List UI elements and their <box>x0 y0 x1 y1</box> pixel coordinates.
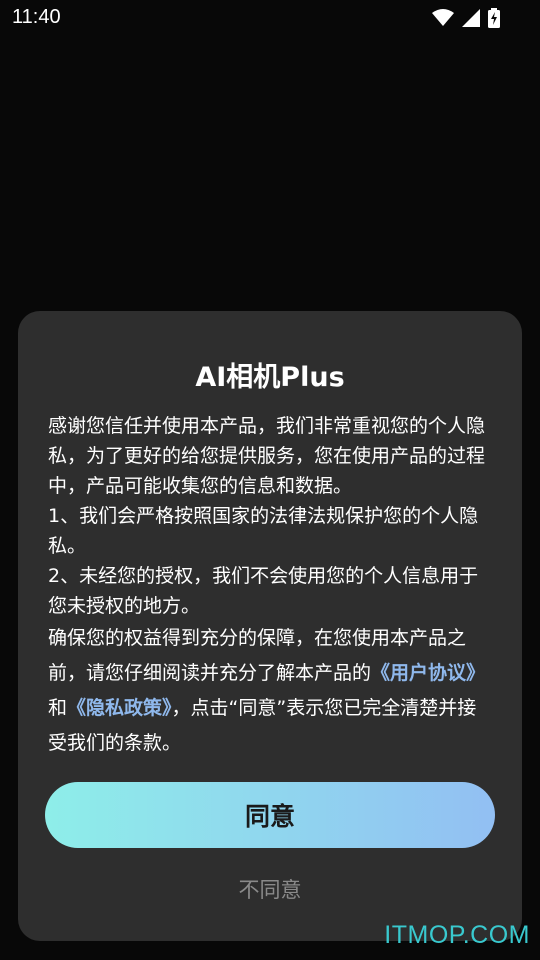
terms-item-1: 1、我们会严格按照国家的法律法规保护您的个人隐私。 <box>48 505 479 557</box>
dialog-body: 感谢您信任并使用本产品，我们非常重视您的个人隐私，为了更好的给您提供服务，您在使… <box>48 411 494 761</box>
user-agreement-link[interactable]: 《用户协议》 <box>371 662 485 684</box>
status-bar: 11:40 <box>0 0 540 36</box>
wifi-icon <box>432 9 454 26</box>
intro-text: 感谢您信任并使用本产品，我们非常重视您的个人隐私，为了更好的给您提供服务，您在使… <box>48 415 486 497</box>
battery-charging-icon <box>488 8 500 28</box>
status-icons <box>432 8 500 28</box>
status-time: 11:40 <box>12 6 61 28</box>
terms-item-2: 2、未经您的授权，我们不会使用您的个人信息用于您未授权的地方。 <box>48 565 479 617</box>
privacy-dialog: AI相机Plus 感谢您信任并使用本产品，我们非常重视您的个人隐私，为了更好的给… <box>18 311 522 941</box>
decline-button[interactable]: 不同意 <box>170 869 370 909</box>
dialog-title: AI相机Plus <box>195 362 345 393</box>
consent-paragraph: 确保您的权益得到充分的保障，在您使用本产品之前，请您仔细阅读并充分了解本产品的《… <box>48 621 494 761</box>
signal-icon <box>462 9 480 27</box>
agree-button[interactable]: 同意 <box>45 782 495 848</box>
watermark: ITMOP.COM <box>384 921 530 949</box>
privacy-policy-link[interactable]: 《隐私政策》 <box>67 697 172 719</box>
and-text: 和 <box>48 697 68 719</box>
